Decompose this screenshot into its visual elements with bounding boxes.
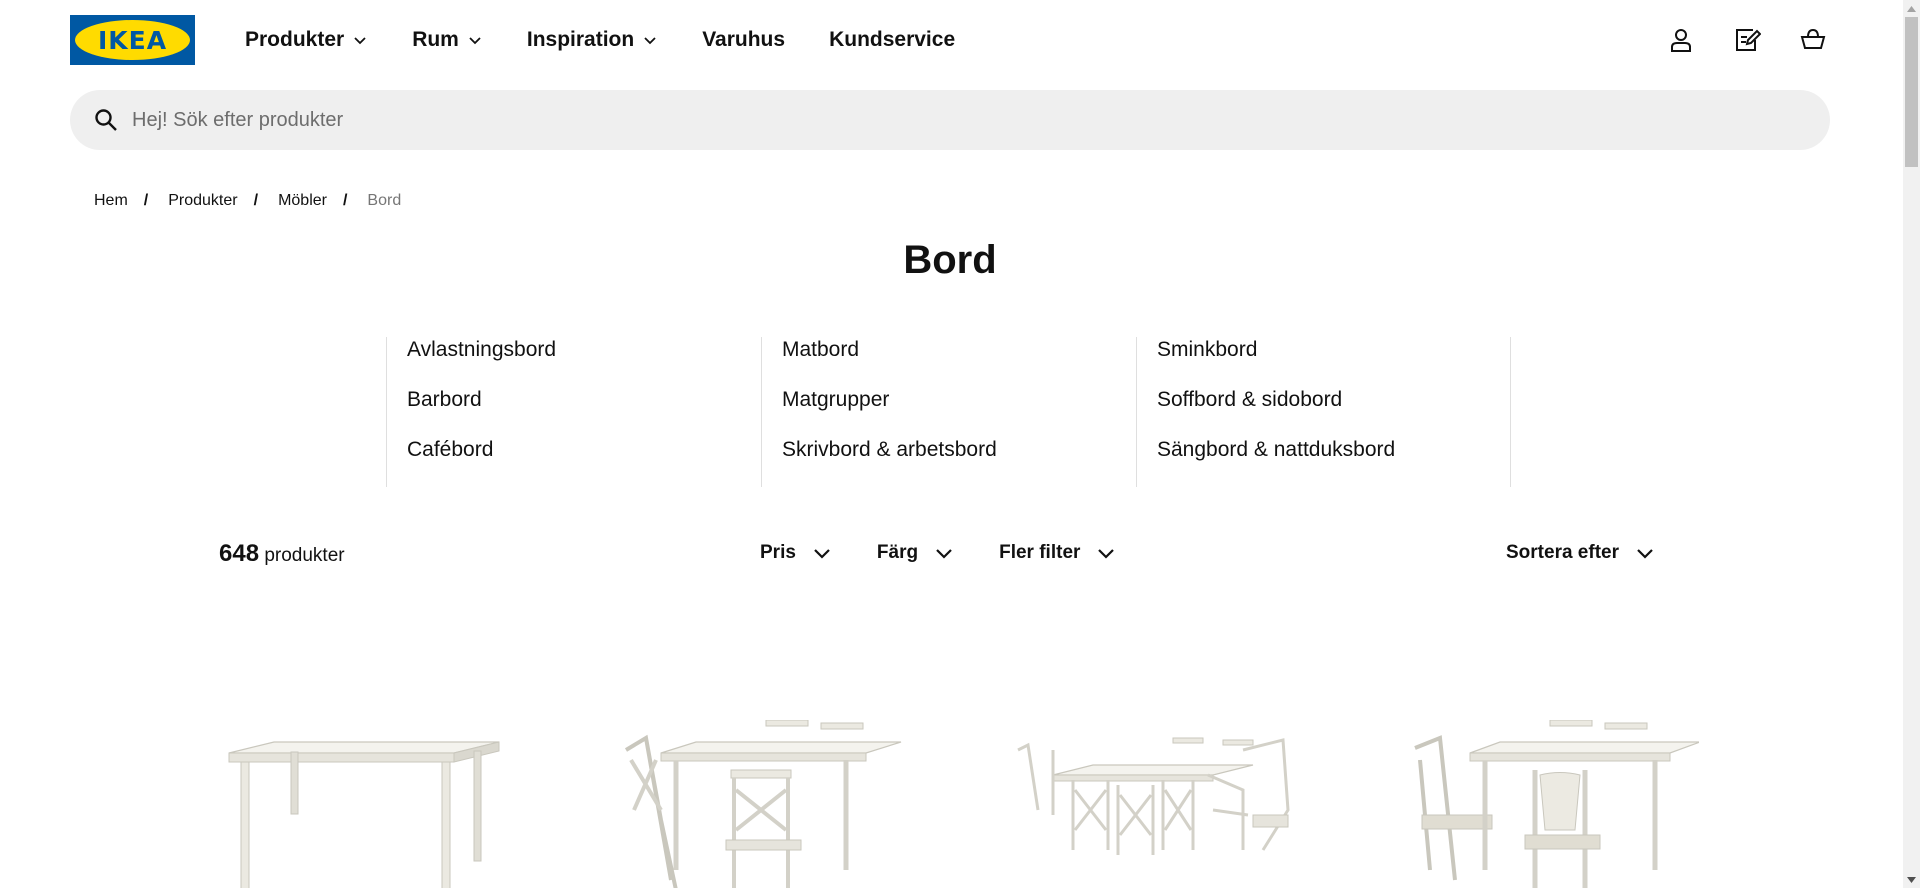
product-image-table-armchairs [1414, 720, 1699, 888]
scroll-up-arrow-icon[interactable] [1903, 0, 1920, 17]
subcategory-links: Avlastningsbord Barbord Cafébord Matbord… [386, 337, 1511, 487]
nav-item-varuhus[interactable]: Varuhus [702, 25, 785, 55]
nav-item-produkter[interactable]: Produkter [245, 25, 368, 55]
header-icons [1664, 23, 1830, 57]
page-title: Bord [903, 238, 997, 282]
nav-item-inspiration[interactable]: Inspiration [527, 25, 658, 55]
filter-bar: Pris Färg Fler filter [760, 540, 1161, 566]
product-count-number: 648 [219, 540, 260, 567]
breadcrumb-item-current: Bord [367, 192, 402, 209]
top-bar: IKEA Produkter Rum Inspiration Varuhus K… [70, 15, 1830, 65]
chevron-down-icon [354, 37, 366, 45]
breadcrumb-item-hem[interactable]: Hem [94, 192, 128, 210]
product-image-table-chairs [624, 720, 902, 888]
subcategory-column: Sminkbord Soffbord & sidobord Sängbord &… [1136, 337, 1511, 487]
nav-item-kundservice[interactable]: Kundservice [829, 25, 955, 55]
search-bar [70, 90, 1830, 150]
search-icon[interactable] [92, 106, 120, 134]
chevron-down-icon [1637, 549, 1653, 559]
sort-dropdown[interactable]: Sortera efter [1506, 540, 1655, 566]
filter-label: Färg [876, 542, 919, 563]
chevron-down-icon [469, 37, 481, 45]
breadcrumb-separator: / [253, 192, 259, 209]
ikea-logo[interactable]: IKEA [70, 15, 195, 65]
subcategory-link[interactable]: Sminkbord [1157, 325, 1510, 375]
subcategory-link[interactable]: Sängbord & nattduksbord [1157, 425, 1510, 475]
subcategory-link[interactable]: Soffbord & sidobord [1157, 375, 1510, 425]
breadcrumb-separator: / [342, 192, 348, 209]
product-card[interactable] [1410, 720, 1699, 888]
nav-item-label: Produkter [245, 28, 345, 51]
chevron-down-icon [936, 549, 952, 559]
scroll-down-arrow-icon[interactable] [1903, 871, 1920, 888]
filter-fler-filter[interactable]: Fler filter [999, 540, 1116, 566]
subcategory-column: Matbord Matgrupper Skrivbord & arbetsbor… [761, 337, 1136, 487]
chevron-down-icon [814, 549, 830, 559]
filter-label: Fler filter [999, 542, 1081, 563]
subcategory-link[interactable]: Skrivbord & arbetsbord [782, 425, 1136, 475]
product-card[interactable] [616, 720, 905, 888]
product-image-table [228, 741, 500, 888]
product-count-label: produkter [264, 545, 345, 566]
nav-item-label: Inspiration [526, 28, 635, 51]
filter-farg[interactable]: Färg [877, 540, 954, 566]
search-input[interactable] [132, 108, 1732, 132]
scrollbar-thumb[interactable] [1905, 17, 1918, 167]
page-scrollbar[interactable] [1903, 0, 1920, 888]
nav-item-label: Kundservice [829, 28, 956, 51]
sort-label: Sortera efter [1506, 542, 1619, 563]
product-count: 648 produkter [219, 540, 345, 568]
subcategory-link[interactable]: Barbord [407, 375, 761, 425]
breadcrumb-item-mobler[interactable]: Möbler [278, 192, 327, 210]
subcategory-link[interactable]: Cafébord [407, 425, 761, 475]
nav-item-label: Rum [412, 28, 459, 51]
breadcrumb-item-produkter[interactable]: Produkter [168, 192, 237, 210]
cart-icon[interactable] [1796, 23, 1830, 57]
filter-label: Pris [760, 542, 796, 563]
logo-ellipse: IKEA [75, 20, 190, 60]
main-nav: Produkter Rum Inspiration Varuhus Kundse… [245, 25, 999, 55]
subcategory-link[interactable]: Avlastningsbord [407, 325, 761, 375]
chevron-down-icon [644, 37, 656, 45]
shopping-list-icon[interactable] [1730, 23, 1764, 57]
product-card[interactable] [219, 720, 508, 888]
subcategory-link[interactable]: Matbord [782, 325, 1136, 375]
breadcrumb-separator: / [143, 192, 149, 209]
user-icon[interactable] [1664, 23, 1698, 57]
chevron-down-icon [1098, 549, 1115, 559]
product-image-table-six-chairs [1017, 737, 1290, 855]
product-card[interactable] [1013, 720, 1302, 888]
nav-item-label: Varuhus [702, 28, 786, 51]
nav-item-rum[interactable]: Rum [412, 25, 483, 55]
logo-text: IKEA [97, 25, 168, 55]
subcategory-link[interactable]: Matgrupper [782, 375, 1136, 425]
subcategory-column: Avlastningsbord Barbord Cafébord [386, 337, 761, 487]
product-grid [219, 720, 1699, 888]
breadcrumb: Hem / Produkter / Möbler / Bord [94, 192, 401, 210]
filter-pris[interactable]: Pris [760, 540, 832, 566]
